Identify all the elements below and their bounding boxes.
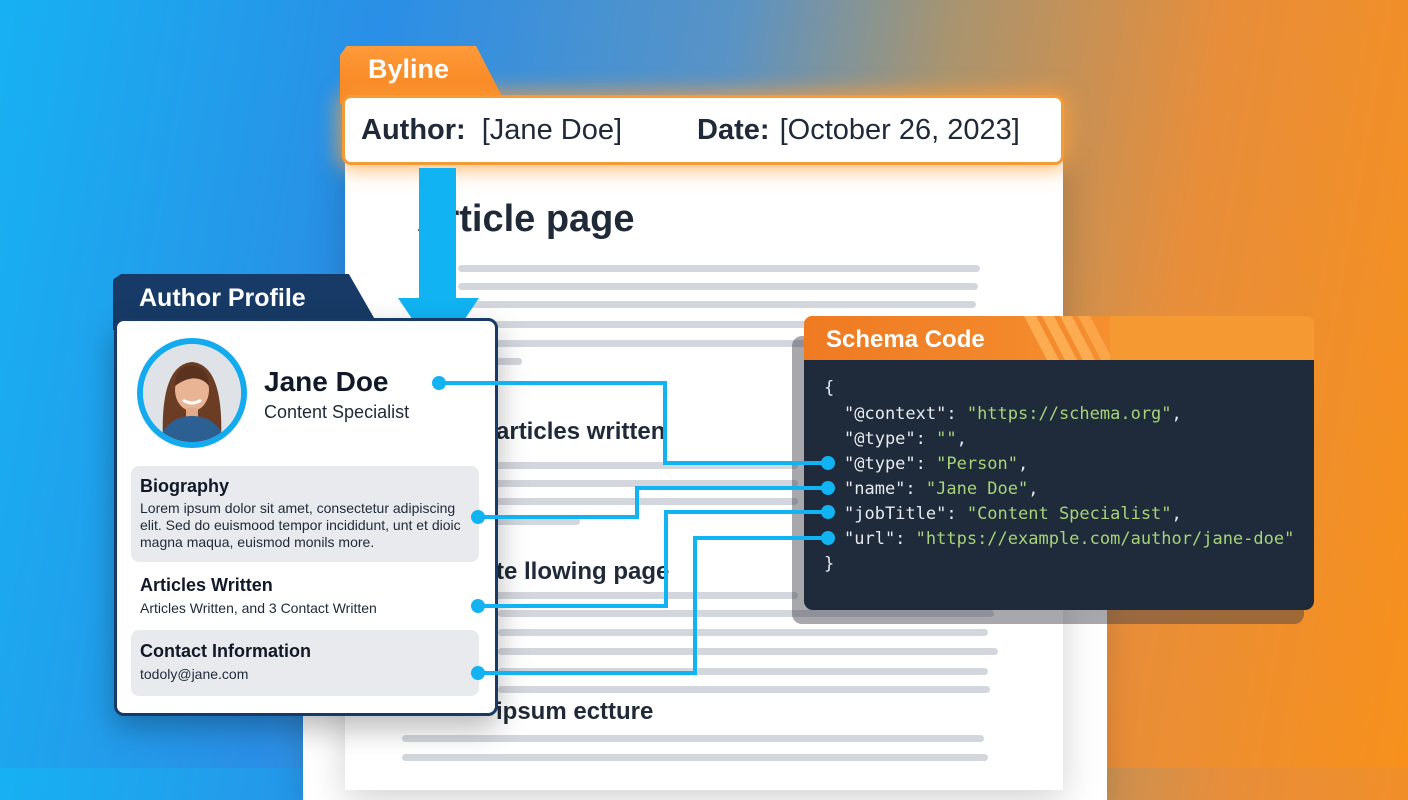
- connector-dot: [821, 505, 835, 519]
- connector-name-to-type: [439, 381, 828, 465]
- connector-dot: [471, 510, 485, 524]
- connector-dot: [821, 531, 835, 545]
- connector-dot: [821, 481, 835, 495]
- connector-dot: [432, 376, 446, 390]
- connector-dot: [471, 599, 485, 613]
- connector-dot: [821, 456, 835, 470]
- connector-articles-to-jobtitle: [478, 510, 828, 608]
- connector-lines: [432, 376, 835, 680]
- connector-dot: [471, 666, 485, 680]
